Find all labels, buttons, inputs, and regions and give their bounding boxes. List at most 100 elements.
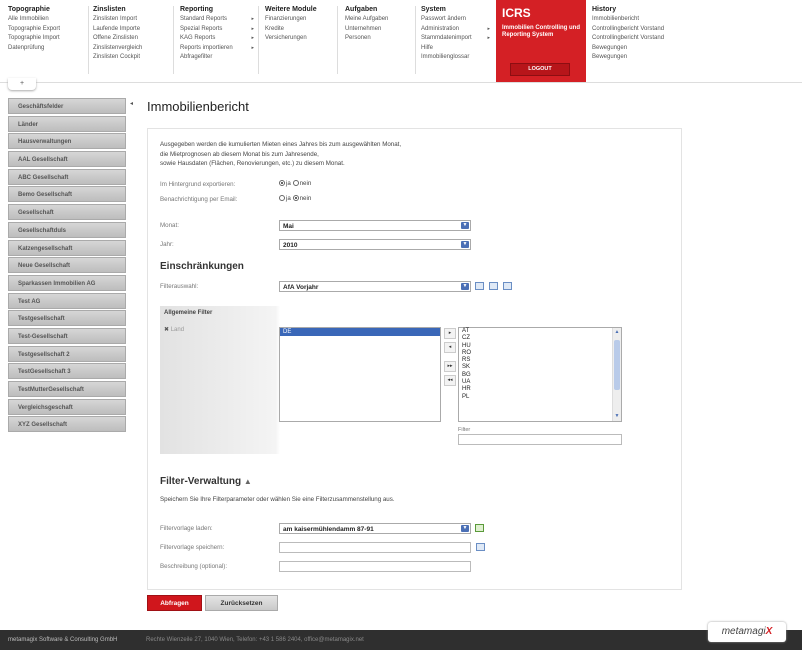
menu-item[interactable]: Kredite	[265, 25, 337, 35]
available-countries-list[interactable]: AT CZ HU RO RS SK BG UA HR PL ▲ ▼	[458, 327, 622, 422]
sidebar-item[interactable]: Test-Gesellschaft	[8, 327, 126, 344]
move-all-left-button[interactable]: ◂◂	[444, 375, 456, 386]
menu-item[interactable]: Hilfe	[421, 44, 494, 54]
beschreibung-input[interactable]	[279, 561, 471, 572]
menu-item[interactable]: Spezial Reports ▸	[180, 25, 258, 35]
sidebar-item[interactable]: ABC Gesellschaft	[8, 168, 126, 185]
list-item[interactable]: HR	[459, 386, 621, 393]
menu-toggle-button[interactable]: +	[8, 78, 36, 90]
filterauswahl-select[interactable]: AfA Vorjahr ▼	[279, 281, 471, 292]
sidebar-item[interactable]: Test AG	[8, 292, 126, 309]
sidebar-item[interactable]: Neue Gesellschaft	[8, 257, 126, 274]
sidebar-item[interactable]: TestGesellschaft 3	[8, 363, 126, 380]
copy-filter-icon[interactable]	[489, 282, 498, 290]
list-item[interactable]: RO	[459, 350, 621, 357]
close-icon[interactable]: ✖	[164, 327, 169, 333]
list-item[interactable]: PL	[459, 394, 621, 401]
filter-input[interactable]	[458, 434, 622, 445]
sidebar-item[interactable]: AAL Gesellschaft	[8, 151, 126, 168]
list-item[interactable]: RS	[459, 357, 621, 364]
menu-item[interactable]: Datenprüfung	[8, 44, 88, 54]
menu-item[interactable]: Unternehmen	[345, 25, 415, 35]
menu-item[interactable]: Zinslisten Cockpit	[93, 53, 173, 63]
filtervorlage-laden-select[interactable]: am kaisermühlendamm 87-91 ▼	[279, 523, 471, 534]
scroll-up-icon[interactable]: ▲	[614, 329, 620, 336]
sidebar-item[interactable]: Gesellschaft	[8, 204, 126, 221]
move-all-right-button[interactable]: ▸▸	[444, 361, 456, 372]
sidebar-collapse-icon[interactable]: ◂	[130, 100, 133, 107]
menu-item[interactable]: Laufende Importe	[93, 25, 173, 35]
sidebar-item[interactable]: Bemo Gesellschaft	[8, 186, 126, 203]
filtervorlage-speichern-input[interactable]	[279, 542, 471, 553]
list-item[interactable]: AT	[459, 328, 621, 335]
menu-item[interactable]: Standard Reports ▸	[180, 15, 258, 25]
sidebar-item[interactable]: Katzengesellschaft	[8, 239, 126, 256]
sidebar-item[interactable]: Testgesellschaft	[8, 310, 126, 327]
menu-title[interactable]: Weitere Module	[265, 6, 337, 13]
menu-item[interactable]: Topographie Export	[8, 25, 88, 35]
move-right-button[interactable]: ▸	[444, 328, 456, 339]
menu-item[interactable]: Immobilienglossar	[421, 53, 494, 63]
sidebar-item[interactable]: Geschäftsfelder	[8, 98, 126, 114]
menu-item[interactable]: Passwort ändern	[421, 15, 494, 25]
sidebar-item[interactable]: Sparkassen Immobilien AG	[8, 274, 126, 291]
sidebar-item[interactable]: Hausverwaltungen	[8, 133, 126, 150]
menu-item[interactable]: Abfragefilter	[180, 53, 258, 63]
menu-item[interactable]: Bewegungen	[592, 53, 692, 63]
menu-item[interactable]: Zinslistenvergleich	[93, 44, 173, 54]
menu-title[interactable]: Topographie	[8, 6, 88, 13]
sidebar-item[interactable]: Länder	[8, 115, 126, 132]
list-item[interactable]: UA	[459, 379, 621, 386]
load-template-icon[interactable]	[475, 524, 484, 532]
logout-button[interactable]: LOGOUT	[510, 63, 570, 76]
export-ja-radio[interactable]	[279, 180, 285, 187]
menu-item[interactable]: Topographie Import	[8, 34, 88, 44]
notify-ja-radio[interactable]	[279, 195, 285, 202]
sidebar-item[interactable]: Vergleichsgeschaft	[8, 398, 126, 415]
menu-item[interactable]: Stammdatenimport ▸	[421, 34, 494, 44]
list-item[interactable]: SK	[459, 364, 621, 371]
new-filter-icon[interactable]	[503, 282, 512, 290]
scroll-down-icon[interactable]: ▼	[614, 413, 620, 420]
menu-title[interactable]: System	[421, 6, 494, 13]
move-left-button[interactable]: ◂	[444, 342, 456, 353]
list-item[interactable]: BG	[459, 372, 621, 379]
menu-title[interactable]: Aufgaben	[345, 6, 415, 13]
scrollbar-thumb[interactable]	[614, 340, 620, 390]
monat-select[interactable]: Mai ▼	[279, 220, 471, 231]
menu-item[interactable]: Zinslisten Import	[93, 15, 173, 25]
menu-item[interactable]: Controllingbericht Vorstand	[592, 25, 692, 35]
menu-item[interactable]: Reports importieren ▸	[180, 44, 258, 54]
menu-title[interactable]: Reporting	[180, 6, 258, 13]
notify-nein-radio[interactable]	[292, 195, 299, 202]
export-nein-radio[interactable]	[292, 180, 299, 187]
sidebar-item[interactable]: TestMutterGesellschaft	[8, 381, 126, 397]
menu-title[interactable]: Zinslisten	[93, 6, 173, 13]
jahr-select[interactable]: 2010 ▼	[279, 239, 471, 250]
edit-filter-icon[interactable]	[475, 282, 484, 290]
menu-item[interactable]: Immobilienbericht	[592, 15, 692, 25]
list-item[interactable]: HU	[459, 343, 621, 350]
selected-countries-list[interactable]: DE	[279, 327, 441, 422]
sidebar-item[interactable]: XYZ Gesellschaft	[8, 416, 126, 433]
menu-item[interactable]: Meine Aufgaben	[345, 15, 415, 25]
menu-item[interactable]: Administration ▸	[421, 25, 494, 35]
menu-item[interactable]: Controllingbericht Vorstand	[592, 34, 692, 44]
reset-button[interactable]: Zurücksetzen	[205, 595, 278, 611]
list-item[interactable]: CZ	[459, 335, 621, 342]
menu-item[interactable]: Versicherungen	[265, 34, 337, 44]
list-item[interactable]: DE	[280, 328, 440, 336]
scrollbar[interactable]: ▲ ▼	[612, 328, 621, 421]
menu-item[interactable]: Personen	[345, 34, 415, 44]
menu-item[interactable]: KAG Reports ▸	[180, 34, 258, 44]
collapse-up-icon[interactable]: ▲	[244, 477, 252, 486]
menu-item[interactable]: Offene Zinslisten	[93, 34, 173, 44]
sidebar-item[interactable]: Testgesellschaft 2	[8, 345, 126, 362]
menu-item[interactable]: Finanzierungen	[265, 15, 337, 25]
menu-item[interactable]: Alle Immobilien	[8, 15, 88, 25]
menu-item[interactable]: Bewegungen	[592, 44, 692, 54]
abfragen-button[interactable]: Abfragen	[147, 595, 202, 611]
sidebar-item[interactable]: Gesellschaftduls	[8, 221, 126, 238]
save-icon[interactable]	[476, 543, 485, 551]
menu-title[interactable]: History	[592, 6, 692, 13]
